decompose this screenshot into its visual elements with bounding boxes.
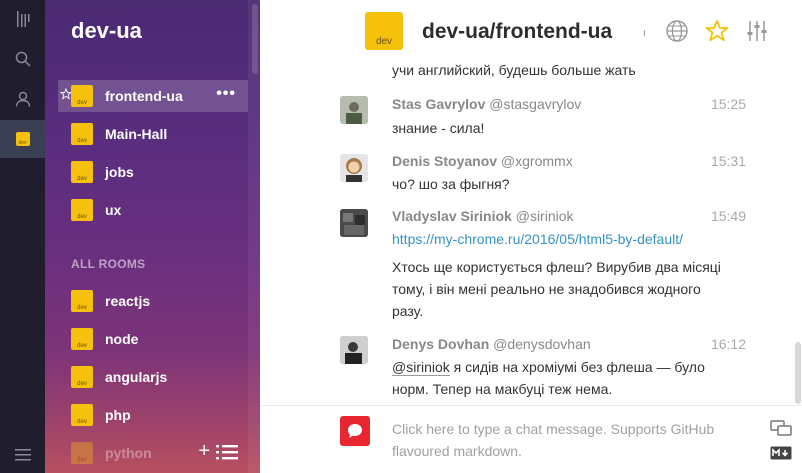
community-dev-ua-icon[interactable]: dev [0,120,45,158]
search-icon[interactable] [0,40,45,78]
room-header: dev dev-ua/frontend-ua ı [260,0,802,62]
avatar[interactable] [340,209,368,237]
globe-icon[interactable] [665,19,689,43]
message-text: разу. [392,303,424,319]
room-item-angularjs[interactable]: dev angularjs [58,361,248,393]
list-icon[interactable] [216,444,238,460]
room-item-reactjs[interactable]: dev reactjs [58,285,248,317]
message-time[interactable]: 15:49 [711,208,746,224]
avatar[interactable] [340,154,368,182]
room-label: Main-Hall [105,126,168,142]
sidebar-scrollbar[interactable] [248,0,260,473]
room-label: frontend-ua [105,88,183,104]
compose-mode-icon[interactable] [770,420,792,436]
room-label: php [105,407,131,423]
message-link[interactable]: https://my-chrome.ru/2016/05/html5-by-de… [392,228,737,250]
message-handle: @denysdovhan [493,336,591,352]
message-author[interactable]: Vladyslav Siriniok @siriniok [392,208,574,224]
room-options-button[interactable]: ••• [216,85,236,103]
message-text: чо? шо за фыгня? [392,176,510,192]
message-handle: @xgrommx [500,153,573,169]
room-avatar: dev [71,290,93,312]
user-avatar[interactable] [340,416,370,446]
room-sidebar: dev-ua dev frontend-ua ••• dev Main-Hall… [45,0,260,473]
room-label: ux [105,202,122,218]
room-label: jobs [105,164,134,180]
message-text: учи английский, будешь больше жать [392,62,636,78]
room-avatar: dev [71,404,93,426]
message-list: учи английский, будешь больше жать Stas … [260,62,802,405]
message-input[interactable]: Click here to type a chat message. Suppo… [392,418,757,462]
room-label: node [105,331,139,347]
room-avatar: dev [71,123,93,145]
message-time[interactable]: 15:25 [711,96,746,112]
message-text: Хтось ще користується флеш? Вирубив два … [392,259,721,275]
markdown-icon[interactable] [770,446,792,460]
room-item-php[interactable]: dev php [58,399,248,431]
add-room-button[interactable]: + [198,440,210,463]
settings-sliders-icon[interactable] [745,19,769,43]
message-text: норм. Тепер на макбуці теж нема. [392,381,613,397]
star-icon[interactable] [705,19,729,43]
room-avatar: dev [71,199,93,221]
community-title: dev-ua [71,18,142,43]
sidebar-bottom-actions: + [198,440,238,463]
user-icon[interactable] [0,80,45,118]
message-text: знание - сила! [392,120,485,136]
message-time[interactable]: 16:12 [711,336,746,352]
room-item-frontend-ua[interactable]: dev frontend-ua ••• [58,80,248,112]
room-label: reactjs [105,293,151,309]
message-handle: @siriniok [515,208,574,224]
user-mention[interactable]: @siriniok [392,359,450,376]
room-item-jobs[interactable]: dev jobs [58,156,248,188]
left-rail: dev [0,0,45,473]
chat-main: dev dev-ua/frontend-ua ı учи английский,… [260,0,802,473]
message-time[interactable]: 15:31 [711,153,746,169]
room-header-avatar: dev [365,12,403,50]
room-avatar: dev [71,85,93,107]
message-text: тому, і він мені реально не знадобився ж… [392,281,701,297]
room-item-node[interactable]: dev node [58,323,248,355]
room-avatar: dev [71,442,93,464]
room-item-ux[interactable]: dev ux [58,194,248,226]
message-scrollbar[interactable] [794,62,802,405]
gitter-logo-icon[interactable] [0,0,45,38]
room-avatar: dev [71,328,93,350]
message-author[interactable]: Stas Gavrylov @stasgavrylov [392,96,581,112]
room-avatar: dev [71,366,93,388]
avatar[interactable] [340,96,368,124]
message-author[interactable]: Denis Stoyanov @xgrommx [392,153,573,169]
chat-composer[interactable]: Click here to type a chat message. Suppo… [260,405,802,473]
rail-tile-text: dev [18,140,27,146]
room-item-main-hall[interactable]: dev Main-Hall [58,118,248,150]
room-label: python [105,445,152,461]
room-title[interactable]: dev-ua/frontend-ua [422,20,612,44]
all-rooms-heading: ALL ROOMS [71,257,146,271]
avatar[interactable] [340,336,368,364]
room-label: angularjs [105,369,168,385]
header-mark: ı [643,28,646,39]
message-author[interactable]: Denys Dovhan @denysdovhan [392,336,591,352]
message-text: @siriniok я сидів на хроміумі без флеша … [392,359,705,376]
message-handle: @stasgavrylov [489,96,582,112]
room-avatar: dev [71,161,93,183]
menu-icon[interactable] [0,436,45,473]
composer-tools [770,420,792,460]
